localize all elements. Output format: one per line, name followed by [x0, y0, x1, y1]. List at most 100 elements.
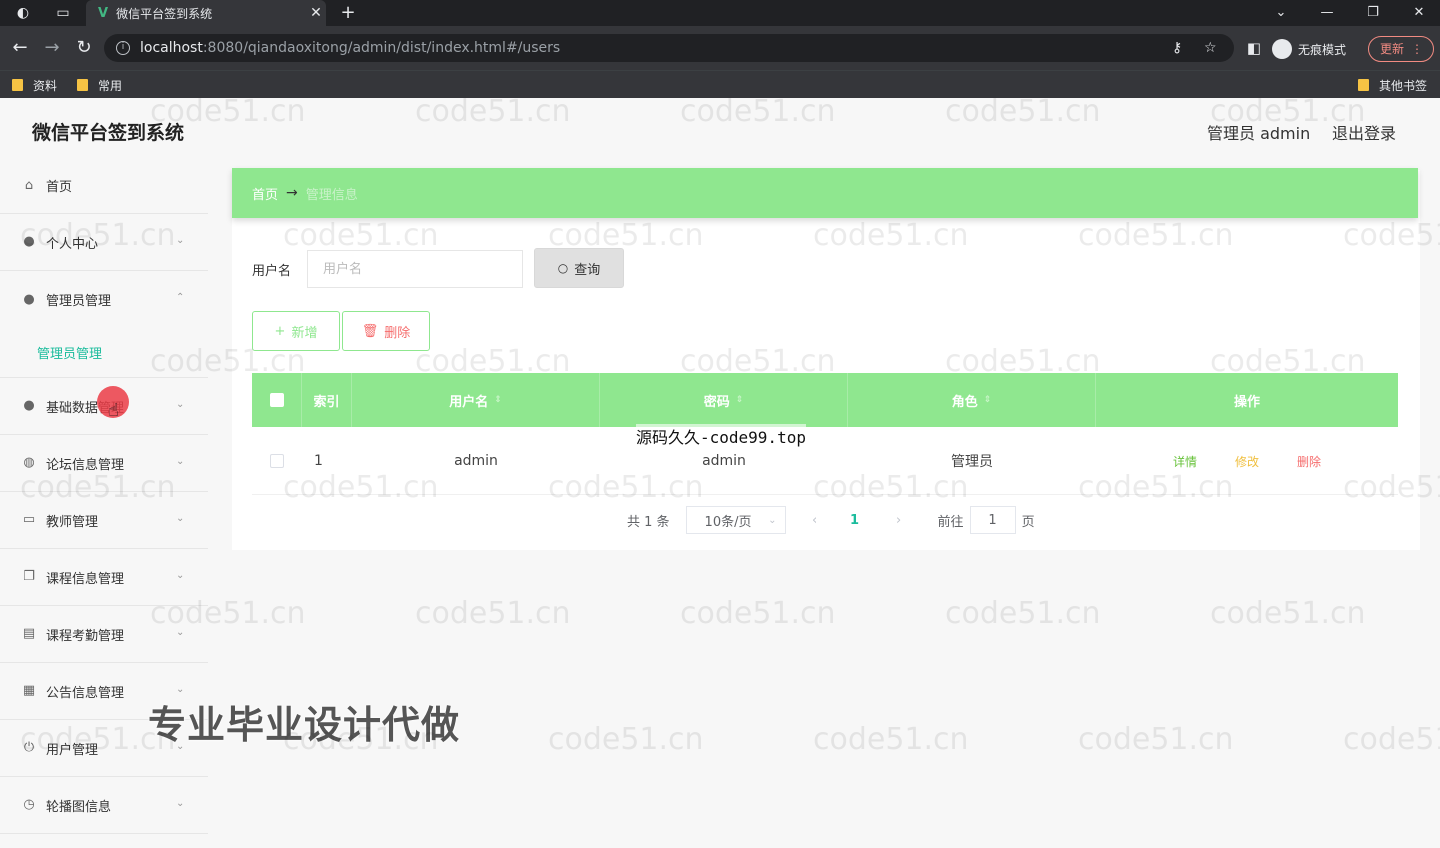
trash-icon: 🗑	[361, 323, 379, 339]
other-bookmarks-label: 其他书签	[1379, 78, 1428, 93]
browser-tab[interactable]: V 微信平台签到系统 ✕	[86, 0, 326, 26]
cell-username: admin	[454, 453, 498, 469]
sidebar-item-label: 课程信息管理	[46, 571, 125, 587]
chevron-down-icon: ⌄	[176, 456, 185, 467]
sidebar-item-attendance[interactable]: ▤ 课程考勤管理 ⌄	[0, 606, 208, 663]
breadcrumb-home[interactable]: 首页	[252, 184, 278, 203]
chevron-down-icon: ⌄	[176, 570, 185, 581]
url-field[interactable]: i localhost:8080/qiandaoxitong/admin/dis…	[104, 34, 1234, 62]
menu-dots-icon[interactable]: ⋮	[1411, 37, 1423, 61]
chevron-down-icon: ⌄	[176, 399, 185, 410]
column-header-password[interactable]: 密码 ⇕	[600, 373, 848, 427]
delete-button[interactable]: 🗑 删除	[342, 311, 430, 351]
submenu-item-admin[interactable]: 管理员管理	[0, 328, 208, 378]
tab-title: 微信平台签到系统	[116, 6, 213, 21]
incognito-indicator[interactable]: 无痕模式	[1272, 37, 1346, 61]
back-icon[interactable]: ←	[8, 36, 32, 60]
sort-icon[interactable]: ⇕	[494, 395, 502, 405]
sidebar-item-teacher[interactable]: ▭ 教师管理 ⌄	[0, 492, 208, 549]
next-page-icon[interactable]: ›	[884, 513, 914, 528]
sort-icon[interactable]: ⇕	[984, 395, 992, 405]
column-header-role[interactable]: 角色 ⇕	[848, 373, 1096, 427]
star-icon[interactable]: ☆	[1204, 34, 1217, 62]
sidebar-item-admin[interactable]: ● 管理员管理 ⌃	[0, 271, 208, 328]
key-icon[interactable]: ⚷	[1172, 34, 1182, 62]
user-icon: ●	[23, 291, 35, 307]
sidebar-item-label: 教师管理	[46, 514, 99, 530]
goto-page-input[interactable]	[969, 506, 1016, 534]
minimize-icon[interactable]: —	[1304, 0, 1350, 26]
forward-icon[interactable]: →	[40, 36, 64, 60]
update-button[interactable]: 更新 ⋮	[1368, 36, 1434, 62]
column-header-label: 索引	[313, 394, 340, 410]
chevron-down-icon: ⌄	[176, 235, 185, 246]
sidebar-item-forum[interactable]: ◍ 论坛信息管理 ⌄	[0, 435, 208, 492]
new-tab-button[interactable]: +	[336, 0, 360, 26]
column-header-index: 索引	[302, 373, 352, 427]
globe-icon[interactable]: ◐	[14, 4, 32, 22]
home-icon: ⌂	[24, 177, 34, 193]
mouse-cursor-icon: ☝	[108, 400, 119, 421]
column-header-label: 用户名	[449, 394, 489, 410]
column-header-label: 密码	[703, 394, 730, 410]
watermark-text: code51.cn	[1078, 722, 1234, 757]
sidebar-item-label: 首页	[46, 180, 73, 195]
incognito-label: 无痕模式	[1298, 42, 1347, 57]
restore-icon[interactable]: ❐	[1350, 0, 1396, 26]
add-button[interactable]: + 新增	[252, 311, 340, 351]
logout-link[interactable]: 退出登录	[1332, 120, 1396, 144]
other-bookmarks[interactable]: 其他书签	[1358, 75, 1427, 95]
doc-icon: ▤	[22, 626, 36, 641]
delete-link[interactable]: 删除	[1297, 453, 1321, 470]
watermark-text: code51.cn	[1343, 722, 1440, 757]
sidebar-item-course[interactable]: ❐ 课程信息管理 ⌄	[0, 549, 208, 606]
page-size-select[interactable]: 10条/页 ⌄	[685, 506, 786, 534]
page-number[interactable]: 1	[840, 513, 870, 528]
sidebar-item-label: 管理员管理	[46, 294, 112, 309]
browser-tab-bar: ◐ ▭ V 微信平台签到系统 ✕ + ⌄ — ❐ ✕	[0, 0, 1440, 26]
table-row[interactable]: 1 admin admin 管理员 详情 修改 删除	[252, 427, 1398, 495]
users-table: 索引 用户名⇕ 密码⇕ 角色⇕ 操作 1 admin admin 管理员	[252, 373, 1398, 495]
edit-link[interactable]: 修改	[1235, 453, 1259, 470]
page-unit-label: 页	[1021, 514, 1035, 530]
sidebar-item-profile[interactable]: ● 个人中心 ⌄	[0, 214, 208, 271]
watermark-text: code51.cn	[548, 722, 704, 757]
sidebar-item-carousel[interactable]: ◷ 轮播图信息 ⌄	[0, 777, 208, 834]
query-button[interactable]: ○ 查询	[534, 248, 624, 288]
arrow-right-icon: →	[286, 185, 298, 201]
promo-overlay-text: 专业毕业设计代做	[148, 703, 461, 747]
column-header-label: 操作	[1233, 394, 1260, 410]
username-search-input[interactable]	[307, 250, 523, 288]
watermark-text: code51.cn	[813, 722, 969, 757]
prev-page-icon[interactable]: ‹	[800, 513, 830, 528]
tab-close-icon[interactable]: ✕	[306, 5, 326, 21]
tab-search-icon[interactable]: ⌄	[1258, 0, 1304, 26]
reload-icon[interactable]: ↻	[72, 36, 96, 60]
bookmark-folder[interactable]: 资料	[12, 75, 57, 95]
detail-link[interactable]: 详情	[1173, 453, 1197, 470]
chevron-down-icon: ⌄	[176, 798, 185, 809]
window-icon[interactable]: ▭	[54, 4, 72, 22]
sidebar-item-label: 论坛信息管理	[46, 457, 125, 473]
row-checkbox[interactable]	[270, 454, 284, 468]
watermark-text: code51.cn	[1210, 596, 1366, 631]
sidebar-item-label: 用户管理	[46, 742, 99, 758]
current-user: 管理员 admin	[1207, 124, 1311, 143]
chevron-down-icon: ⌄	[176, 627, 185, 638]
bookmark-label: 常用	[98, 78, 123, 93]
bookmark-folder[interactable]: 常用	[77, 75, 122, 95]
app-header: 微信平台签到系统 管理员 admin 退出登录	[0, 98, 1440, 162]
goto-label: 前往	[937, 514, 964, 530]
sort-icon[interactable]: ⇕	[736, 395, 744, 405]
cell-index: 1	[314, 453, 323, 469]
column-header-username[interactable]: 用户名 ⇕	[352, 373, 600, 427]
breadcrumb: 首页 → 管理信息	[232, 168, 1418, 218]
site-info-icon[interactable]: i	[116, 41, 130, 55]
select-all-checkbox[interactable]	[269, 393, 284, 407]
close-window-icon[interactable]: ✕	[1396, 0, 1440, 26]
folder-icon	[77, 79, 88, 91]
folder-icon	[12, 79, 23, 91]
sidebar-item-home[interactable]: ⌂ 首页	[0, 158, 208, 214]
bookmarks-bar: 资料 常用 其他书签	[0, 70, 1440, 98]
sidepanel-icon[interactable]: ◧	[1242, 36, 1266, 60]
